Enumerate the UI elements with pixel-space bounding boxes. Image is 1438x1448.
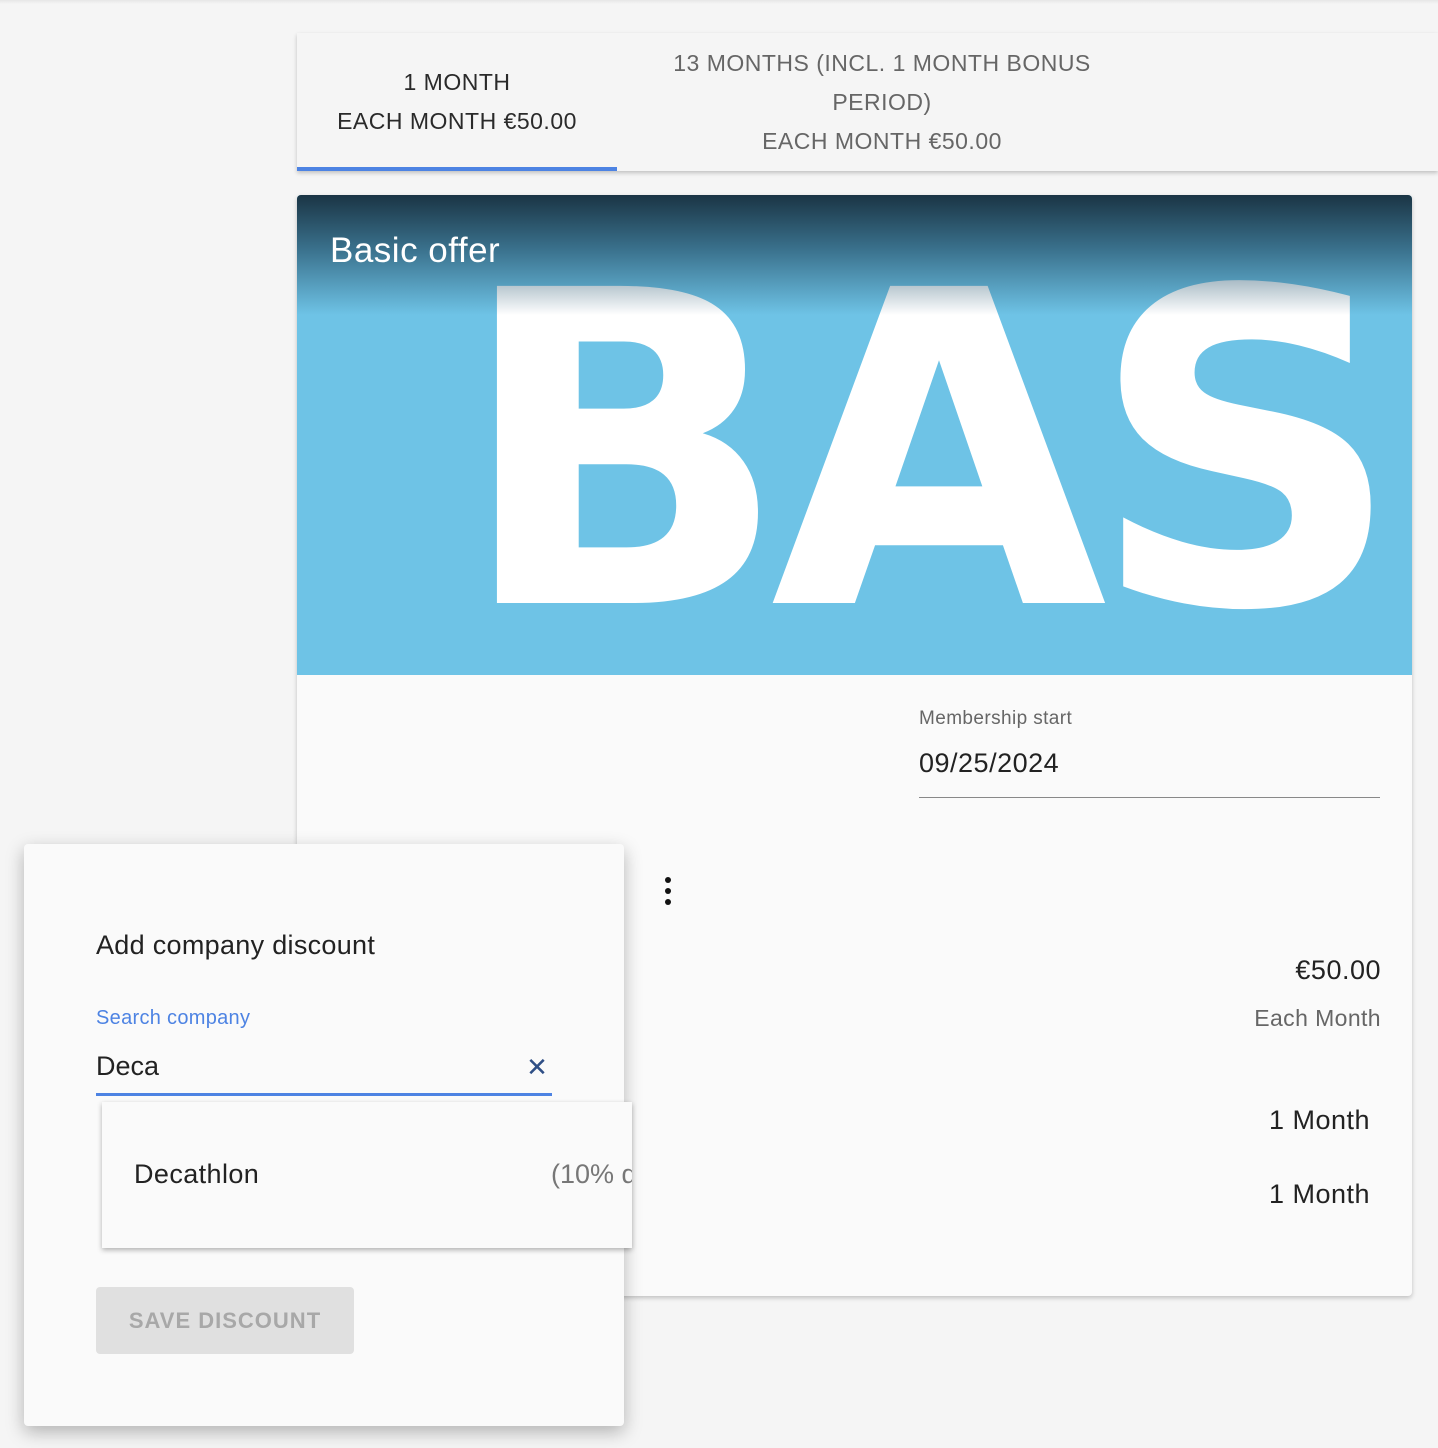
membership-start-label: Membership start xyxy=(919,708,1073,729)
save-discount-button[interactable]: SAVE DISCOUNT xyxy=(96,1287,354,1354)
membership-start-field[interactable]: 09/25/2024 xyxy=(919,748,1059,779)
company-option-name: Decathlon xyxy=(134,1159,260,1189)
tab-13-months[interactable]: 13 MONTHS (INCL. 1 MONTH BONUS PERIOD) E… xyxy=(657,33,1107,171)
company-discount-dialog: Add company discount Search company ✕ De… xyxy=(24,844,632,1426)
search-company-label: Search company xyxy=(96,1007,251,1029)
company-option[interactable]: Decathlon (10% d xyxy=(102,1102,632,1248)
company-suggestions: Decathlon (10% d xyxy=(102,1102,632,1248)
active-tab-indicator xyxy=(297,167,617,171)
tab-label-continued: PERIOD) xyxy=(832,88,932,115)
tab-label: 13 MONTHS (INCL. 1 MONTH BONUS xyxy=(673,49,1091,76)
offer-price: €50.00 xyxy=(1295,955,1381,985)
offer-min-duration: 1 Month xyxy=(1268,1179,1370,1209)
search-company-input[interactable] xyxy=(96,1044,516,1088)
offer-duration: 1 Month xyxy=(1268,1105,1370,1135)
close-icon[interactable]: ✕ xyxy=(524,1053,550,1081)
tab-label: 1 MONTH xyxy=(403,69,511,95)
tab-price: EACH MONTH €50.00 xyxy=(337,108,577,134)
dialog-title: Add company discount xyxy=(96,930,376,960)
offer-price-period: Each Month xyxy=(1254,1005,1381,1031)
offer-title: Basic offer xyxy=(330,231,501,270)
plan-tabs: 1 MONTH EACH MONTH €50.00 13 MONTHS (INC… xyxy=(297,33,1438,171)
tab-price: EACH MONTH €50.00 xyxy=(762,127,1002,154)
search-underline xyxy=(96,1093,552,1096)
more-options-icon[interactable] xyxy=(653,871,683,911)
company-option-rate: (10% d xyxy=(551,1159,632,1189)
top-shadow xyxy=(0,0,1438,4)
offer-hero-image: BAS Basic offer xyxy=(297,195,1412,675)
tab-1-month[interactable]: 1 MONTH EACH MONTH €50.00 xyxy=(297,33,617,171)
membership-start-underline xyxy=(919,797,1380,798)
